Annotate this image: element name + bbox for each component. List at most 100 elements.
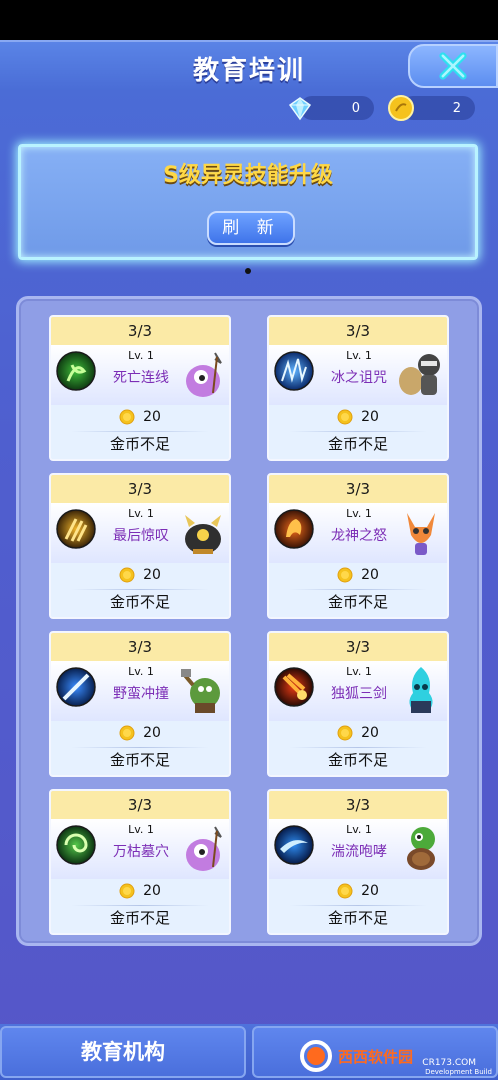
status-text: 金币不足 (327, 751, 388, 769)
card-skill-area: Lv. 1 最后惊叹 (51, 503, 229, 563)
cost-amount: 20 (361, 409, 379, 425)
coin-counter: 2 (387, 94, 475, 122)
status-bar (0, 0, 498, 40)
skill-level: Lv. 1 (346, 823, 372, 836)
card-count: 3/3 (269, 633, 447, 661)
status-text: 金币不足 (327, 593, 388, 611)
pet-avatar-icon (181, 669, 220, 713)
card-count: 3/3 (51, 317, 229, 345)
skill-card[interactable]: 3/3 Lv. 1 万枯墓穴 20 金币不足 (49, 789, 231, 935)
divider (71, 589, 209, 590)
skill-card[interactable]: 3/3 Lv. 1 最后惊叹 20 金币不足 (49, 473, 231, 619)
dev-build-label: Development Build (425, 1068, 492, 1076)
card-count: 3/3 (51, 791, 229, 819)
skill-icon (56, 667, 96, 707)
cost-amount: 20 (143, 567, 161, 583)
watermark-logo-icon (300, 1040, 332, 1072)
status-text: 金币不足 (109, 751, 170, 769)
divider (289, 431, 427, 432)
coin-icon (119, 725, 135, 741)
skill-card[interactable]: 3/3 Lv. 1 野蛮冲撞 20 金币不足 (49, 631, 231, 777)
skill-level: Lv. 1 (128, 507, 154, 520)
skill-icon (56, 351, 96, 391)
skill-card[interactable]: 3/3 Lv. 1 死亡连线 20 金币不足 (49, 315, 231, 461)
watermark-sub: CR173.COM (422, 1058, 476, 1068)
card-cost-area: 20 金币不足 (51, 563, 229, 617)
skill-name: 万枯墓穴 (113, 844, 169, 860)
skill-level: Lv. 1 (346, 349, 372, 362)
skill-level: Lv. 1 (128, 665, 154, 678)
card-skill-area: Lv. 1 万枯墓穴 (51, 819, 229, 879)
pet-avatar-icon (407, 827, 435, 870)
pet-avatar-icon (409, 667, 433, 713)
cost-row: 20 (269, 725, 447, 741)
cost-row: 20 (269, 567, 447, 583)
skill-name: 冰之诅咒 (331, 370, 387, 386)
skill-icon (274, 825, 314, 865)
skill-name: 死亡连线 (113, 370, 169, 386)
coin-icon (119, 567, 135, 583)
skill-card[interactable]: 3/3 Lv. 1 独狐三剑 20 金币不足 (267, 631, 449, 777)
pet-avatar-icon (186, 826, 222, 871)
cost-amount: 20 (361, 883, 379, 899)
status-text: 金币不足 (109, 593, 170, 611)
card-count: 3/3 (269, 475, 447, 503)
coin-icon (388, 95, 414, 121)
status-text: 金币不足 (109, 909, 170, 927)
screen: 教育培训 0 2 S级异灵技能升级 刷 新 3/3 Lv. 1 死亡连线 20 金币不足… (0, 0, 498, 1080)
gem-counter: 0 (286, 94, 374, 122)
card-cost-area: 20 金币不足 (269, 879, 447, 933)
status-text: 金币不足 (327, 909, 388, 927)
cost-row: 20 (51, 725, 229, 741)
coin-icon (337, 409, 353, 425)
coin-icon (337, 567, 353, 583)
card-count: 3/3 (51, 475, 229, 503)
status-text: 金币不足 (327, 435, 388, 453)
skill-icon (274, 351, 314, 391)
cost-row: 20 (51, 567, 229, 583)
diamond-icon (288, 97, 312, 121)
cost-row: 20 (269, 883, 447, 899)
refresh-button[interactable]: 刷 新 (207, 211, 295, 245)
coin-icon (119, 883, 135, 899)
skill-level: Lv. 1 (346, 507, 372, 520)
skill-name: 最后惊叹 (113, 528, 169, 544)
header: 教育培训 (0, 40, 498, 90)
cost-amount: 20 (143, 409, 161, 425)
close-button[interactable] (408, 44, 498, 88)
skill-name: 野蛮冲撞 (113, 686, 169, 702)
card-skill-area: Lv. 1 龙神之怒 (269, 503, 447, 563)
card-count: 3/3 (269, 791, 447, 819)
cost-amount: 20 (143, 725, 161, 741)
divider (71, 905, 209, 906)
card-count: 3/3 (51, 633, 229, 661)
skill-card[interactable]: 3/3 Lv. 1 冰之诅咒 20 金币不足 (267, 315, 449, 461)
pet-avatar-icon (407, 513, 435, 555)
skill-card[interactable]: 3/3 Lv. 1 龙神之怒 20 金币不足 (267, 473, 449, 619)
cost-amount: 20 (361, 725, 379, 741)
cost-row: 20 (269, 409, 447, 425)
banner-title: S级异灵技能升级 (163, 163, 333, 188)
divider (71, 747, 209, 748)
divider (71, 431, 209, 432)
coin-icon (337, 725, 353, 741)
skill-level: Lv. 1 (128, 349, 154, 362)
skill-card[interactable]: 3/3 Lv. 1 湍流咆哮 20 金币不足 (267, 789, 449, 935)
skill-name: 龙神之怒 (331, 528, 387, 544)
upgrade-banner: S级异灵技能升级 刷 新 (18, 144, 478, 260)
pet-avatar-icon (399, 354, 440, 395)
card-cost-area: 20 金币不足 (51, 405, 229, 459)
divider (289, 905, 427, 906)
coin-icon (119, 409, 135, 425)
pet-avatar-icon (186, 352, 222, 397)
card-skill-area: Lv. 1 冰之诅咒 (269, 345, 447, 405)
cost-amount: 20 (361, 567, 379, 583)
watermark-text: 西西软件园 (338, 1047, 414, 1066)
pet-avatar-icon (185, 515, 221, 554)
tab-education-institution[interactable]: 教育机构 (0, 1026, 246, 1078)
status-text: 金币不足 (109, 435, 170, 453)
skill-name: 湍流咆哮 (331, 844, 387, 860)
card-skill-area: Lv. 1 野蛮冲撞 (51, 661, 229, 721)
card-skill-area: Lv. 1 独狐三剑 (269, 661, 447, 721)
card-count: 3/3 (269, 317, 447, 345)
